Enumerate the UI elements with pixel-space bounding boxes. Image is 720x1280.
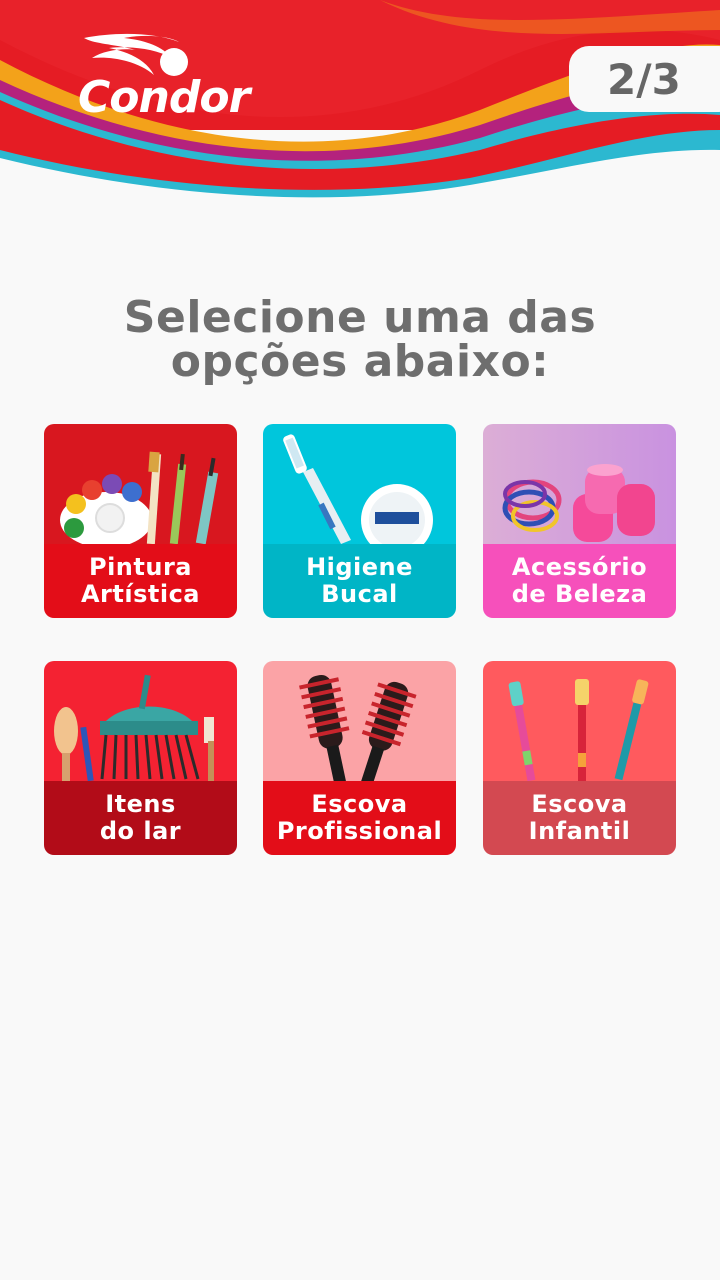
option-label: Escova Infantil [528, 790, 631, 845]
option-label-band: Higiene Bucal [263, 544, 456, 618]
condor-logo: Condor [74, 30, 264, 125]
option-label-band: Acessório de Beleza [483, 544, 676, 618]
option-label-band: Pintura Artística [44, 544, 237, 618]
option-label: Higiene Bucal [306, 553, 413, 608]
option-label: Escova Profissional [276, 790, 443, 845]
option-label-band: Escova Infantil [483, 781, 676, 855]
option-label: Itens do lar [99, 790, 182, 845]
option-higiene-bucal[interactable]: Higiene Bucal [263, 424, 456, 618]
option-escova-infantil[interactable]: Escova Infantil [483, 661, 676, 855]
option-label: Acessório de Beleza [511, 553, 648, 608]
option-escova-profissional[interactable]: Escova Profissional [263, 661, 456, 855]
page-title-line2: opções abaixo: [170, 336, 550, 387]
header-banner: Condor 2/3 [0, 0, 720, 210]
option-label-band: Itens do lar [44, 781, 237, 855]
hair-rollers-icon [483, 424, 676, 544]
page-title: Selecione uma das opções abaixo: [0, 296, 720, 384]
broom-brushes-icon [44, 661, 237, 782]
page-title-line1: Selecione uma das [123, 292, 597, 343]
paint-palette-icon [44, 424, 237, 548]
step-indicator: 2/3 [569, 46, 720, 112]
option-label-band: Escova Profissional [263, 781, 456, 855]
option-acessorio-de-beleza[interactable]: Acessório de Beleza [483, 424, 676, 618]
kids-toothbrush-icon [483, 661, 676, 782]
brand-wordmark: Condor [78, 72, 250, 123]
toothbrush-floss-icon [263, 424, 456, 556]
round-brush-icon [263, 661, 456, 788]
option-itens-do-lar[interactable]: Itens do lar [44, 661, 237, 855]
option-label: Pintura Artística [80, 553, 200, 608]
option-pintura-artistica[interactable]: Pintura Artística [44, 424, 237, 618]
